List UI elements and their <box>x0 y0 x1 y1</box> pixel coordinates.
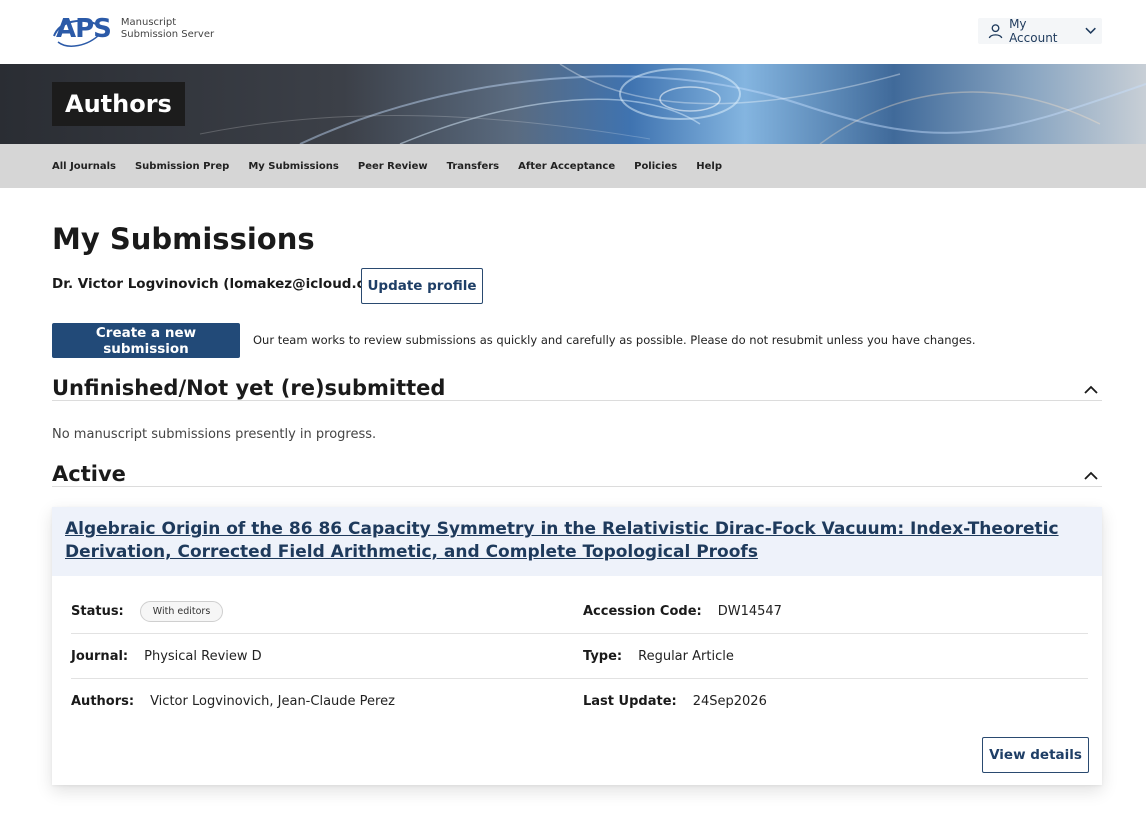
submission-title-link[interactable]: Algebraic Origin of the 86 86 Capacity S… <box>65 518 1089 564</box>
unfinished-empty-message: No manuscript submissions presently in p… <box>52 427 377 442</box>
create-submission-button[interactable]: Create a new submission <box>52 323 240 358</box>
accession-field: Accession Code: DW14547 <box>583 589 782 634</box>
journal-field: Journal: Physical Review D <box>71 634 262 679</box>
submission-card-header: Algebraic Origin of the 86 86 Capacity S… <box>52 507 1102 576</box>
submission-row-status: Status: With editors Accession Code: DW1… <box>71 589 1088 634</box>
nav-my-submissions[interactable]: My Submissions <box>248 161 339 172</box>
view-details-button[interactable]: View details <box>982 737 1089 773</box>
nav-transfers[interactable]: Transfers <box>447 161 500 172</box>
type-label: Type: <box>583 649 623 664</box>
last-update-value: 24Sep2026 <box>692 694 767 709</box>
nav-after-acceptance[interactable]: After Acceptance <box>518 161 615 172</box>
my-account-label: My Account <box>1009 17 1058 45</box>
chevron-up-icon[interactable] <box>1084 471 1098 480</box>
nav-help[interactable]: Help <box>696 161 722 172</box>
status-label: Status: <box>71 604 124 619</box>
accession-label: Accession Code: <box>583 604 702 619</box>
update-profile-button[interactable]: Update profile <box>361 268 483 304</box>
my-account-menu[interactable]: My Account <box>978 17 1102 45</box>
last-update-label: Last Update: <box>583 694 677 709</box>
submission-row-journal: Journal: Physical Review D Type: Regular… <box>71 634 1088 679</box>
nav-submission-prep[interactable]: Submission Prep <box>135 161 229 172</box>
logo-text: APS <box>56 14 112 44</box>
logo-subtitle: Manuscript Submission Server <box>121 17 214 41</box>
user-name-email: Dr. Victor Logvinovich (lomakez@icloud.c… <box>52 276 395 292</box>
nav-policies[interactable]: Policies <box>634 161 677 172</box>
logo-mark: APS <box>53 14 112 47</box>
submission-card: Algebraic Origin of the 86 86 Capacity S… <box>52 507 1102 785</box>
user-icon <box>988 24 1003 39</box>
type-value: Regular Article <box>638 649 734 664</box>
nav-all-journals[interactable]: All Journals <box>52 161 116 172</box>
primary-nav: All Journals Submission Prep My Submissi… <box>0 144 1146 188</box>
status-badge: With editors <box>139 601 224 622</box>
resubmit-notice: Our team works to review submissions as … <box>253 333 976 347</box>
unfinished-section-title: Unfinished/Not yet (re)submitted <box>52 376 446 400</box>
authors-value: Victor Logvinovich, Jean-Claude Perez <box>150 694 395 709</box>
type-field: Type: Regular Article <box>583 634 734 679</box>
top-bar: APS Manuscript Submission Server My Acco… <box>0 0 1146 64</box>
page-title: My Submissions <box>52 222 315 256</box>
chevron-up-icon[interactable] <box>1084 385 1098 394</box>
chevron-down-icon <box>1085 27 1096 34</box>
accession-value: DW14547 <box>717 604 782 619</box>
last-update-field: Last Update: 24Sep2026 <box>583 679 767 724</box>
authors-field: Authors: Victor Logvinovich, Jean-Claude… <box>71 679 395 724</box>
active-section-header[interactable]: Active <box>52 457 1102 487</box>
journal-label: Journal: <box>71 649 129 664</box>
status-field: Status: With editors <box>71 589 224 634</box>
unfinished-section-header[interactable]: Unfinished/Not yet (re)submitted <box>52 371 1102 401</box>
hero-banner: Authors <box>0 64 1146 144</box>
banner-title: Authors <box>52 82 185 126</box>
journal-value: Physical Review D <box>144 649 262 664</box>
logo-subtitle-line2: Submission Server <box>120 29 215 40</box>
submission-row-authors: Authors: Victor Logvinovich, Jean-Claude… <box>71 679 1088 724</box>
active-section-title: Active <box>52 462 126 486</box>
nav-peer-review[interactable]: Peer Review <box>358 161 428 172</box>
logo-subtitle-line1: Manuscript <box>120 17 177 28</box>
authors-label: Authors: <box>71 694 135 709</box>
aps-logo[interactable]: APS Manuscript Submission Server <box>53 14 214 47</box>
